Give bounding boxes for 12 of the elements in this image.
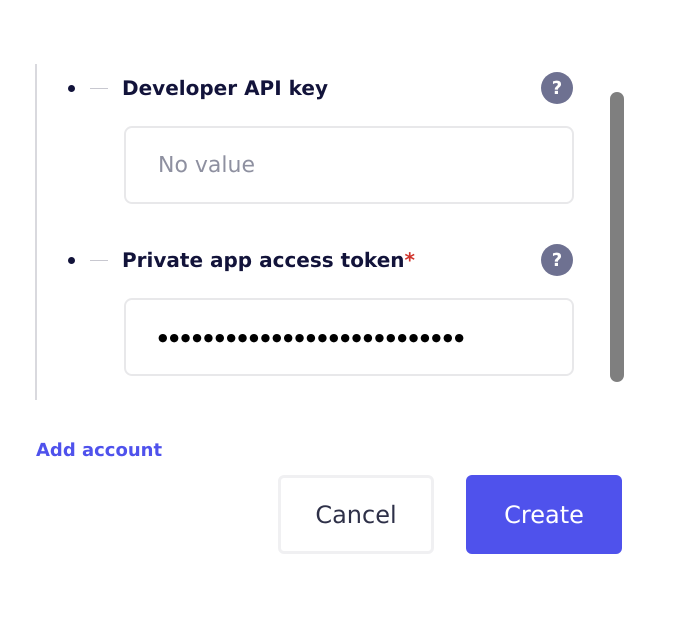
cancel-button[interactable]: Cancel (278, 475, 434, 554)
bullet-icon (68, 256, 75, 264)
bullet-icon (68, 84, 75, 92)
input-field[interactable]: No value (124, 126, 574, 204)
field-label: Private app access token* (122, 248, 416, 272)
password-field[interactable]: ●●●●●●●●●●●●●●●●●●●●●●●●●●● (124, 298, 574, 376)
help-icon[interactable]: ? (541, 244, 573, 276)
field-label: Developer API key (122, 76, 329, 100)
help-icon[interactable]: ? (541, 72, 573, 104)
add-account-link[interactable]: Add account (36, 440, 162, 461)
create-button[interactable]: Create (466, 475, 622, 554)
scrollbar[interactable] (610, 92, 624, 382)
